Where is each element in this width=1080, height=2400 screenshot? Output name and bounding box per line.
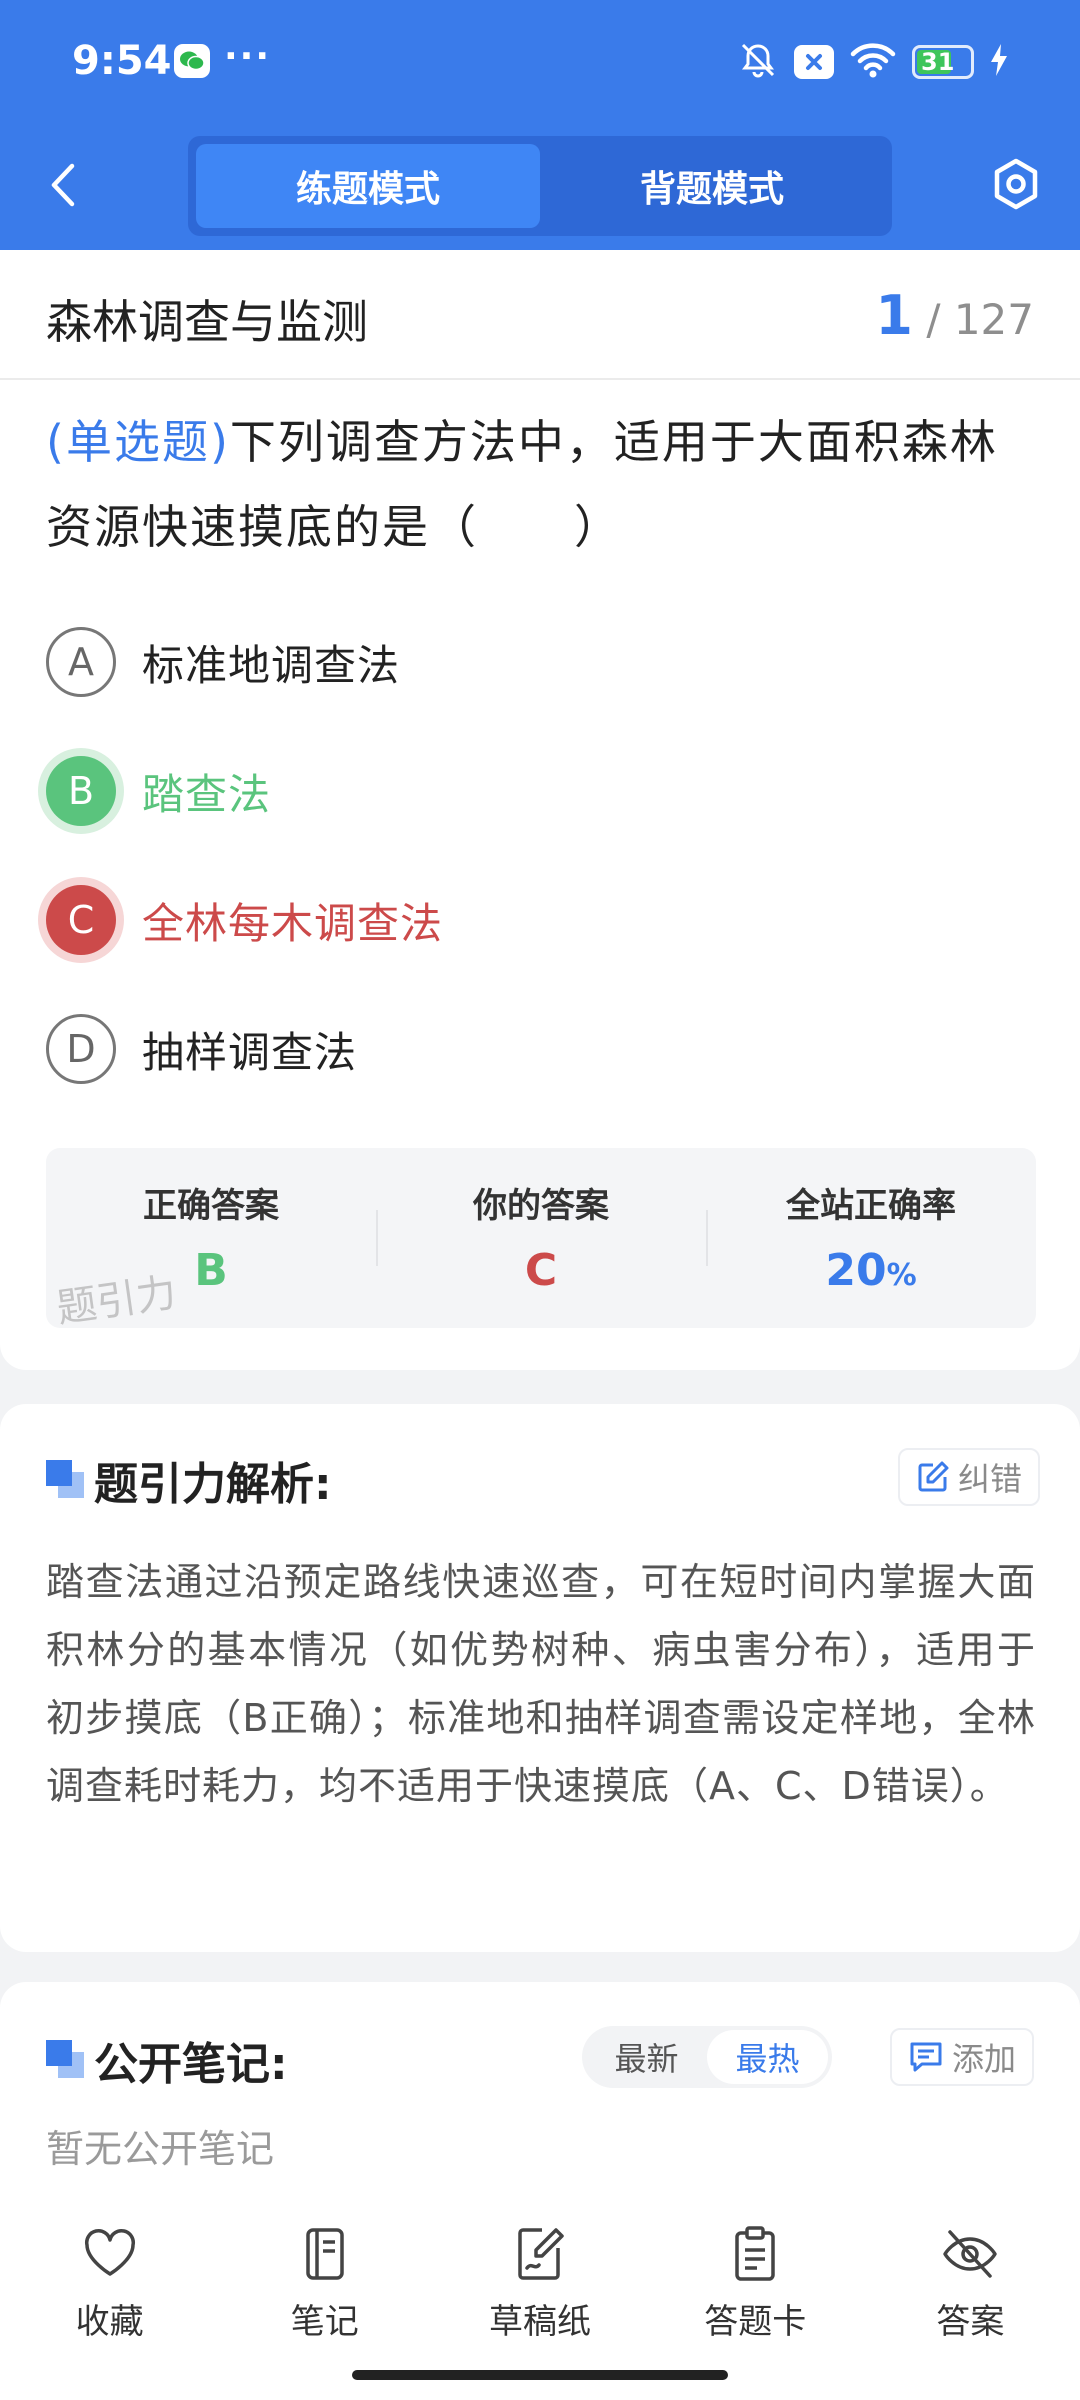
app-header: 9:54 ··· 31 练题模式 背题模式 bbox=[0, 0, 1080, 250]
option-a-letter: A bbox=[46, 627, 116, 697]
battery-icon: 31 bbox=[912, 45, 974, 79]
status-icons: 31 bbox=[738, 40, 1008, 84]
tab-recite-mode[interactable]: 背题模式 bbox=[540, 144, 884, 228]
sort-newest[interactable]: 最新 bbox=[586, 2030, 707, 2084]
option-a[interactable]: A 标准地调查法 bbox=[46, 627, 400, 697]
add-note-label: 添加 bbox=[952, 2040, 1017, 2078]
back-button[interactable] bbox=[44, 160, 84, 210]
answer-sheet-label: 答题卡 bbox=[704, 2302, 807, 2342]
chevron-left-icon bbox=[51, 163, 75, 207]
page-total: / 127 bbox=[926, 295, 1034, 344]
title-row: 森林调查与监测 1 / 127 bbox=[0, 250, 1080, 380]
mode-switch: 练题模式 背题模式 bbox=[188, 136, 892, 236]
your-answer-label: 你的答案 bbox=[473, 1186, 609, 1226]
option-b-letter: B bbox=[46, 756, 116, 826]
public-notes-card: 公开笔记: 最新 最热 添加 暂无公开笔记 bbox=[0, 1982, 1080, 2222]
wifi-icon bbox=[850, 42, 896, 82]
option-a-text: 标准地调查法 bbox=[142, 640, 401, 690]
analysis-text: 踏查法通过沿预定路线快速巡查，可在短时间内掌握大面积林分的基本情况（如优势树种、… bbox=[46, 1560, 1036, 1808]
hide-answer-label: 答案 bbox=[936, 2302, 1005, 2342]
mute-bell-icon bbox=[738, 40, 778, 84]
watermark-text: 题引力 bbox=[53, 1269, 180, 1333]
heart-icon bbox=[84, 2229, 135, 2276]
battery-level: 31 bbox=[921, 48, 955, 76]
your-answer-value: C bbox=[524, 1245, 558, 1296]
page-current: 1 bbox=[875, 284, 913, 347]
empty-notes-text: 暂无公开笔记 bbox=[46, 2127, 275, 2171]
accuracy-label: 全站正确率 bbox=[786, 1186, 956, 1226]
gear-icon bbox=[994, 158, 1038, 210]
eye-off-icon bbox=[943, 2230, 998, 2278]
answer-sheet-icon bbox=[735, 2226, 775, 2281]
option-c[interactable]: C 全林每木调查法 bbox=[46, 885, 443, 955]
your-answer-col: 你的答案 C bbox=[376, 1148, 706, 1328]
status-time: 9:54 bbox=[72, 38, 172, 84]
x-badge-icon bbox=[794, 45, 834, 79]
notes-title: 公开笔记: bbox=[94, 2039, 288, 2090]
favorite-label: 收藏 bbox=[75, 2302, 144, 2342]
draft-icon bbox=[518, 2228, 564, 2280]
wechat-icon bbox=[174, 44, 210, 78]
correct-answer-label: 正确答案 bbox=[143, 1186, 279, 1226]
edit-icon bbox=[918, 1461, 949, 1492]
page-indicator: 1 / 127 bbox=[875, 284, 1034, 347]
hide-answer-button[interactable]: 答案 bbox=[863, 2196, 1078, 2400]
notes-label: 笔记 bbox=[290, 2302, 359, 2342]
question-card: 森林调查与监测 1 / 127 (单选题)下列调查方法中，适用于大面积森林资源快… bbox=[0, 250, 1080, 1370]
section-squares-icon bbox=[46, 2040, 84, 2078]
correct-answer-value: B bbox=[194, 1245, 228, 1296]
accuracy-value: 20% bbox=[825, 1245, 916, 1296]
option-d-text: 抽样调查法 bbox=[142, 1027, 358, 1077]
option-d-letter: D bbox=[46, 1014, 116, 1084]
settings-button[interactable] bbox=[988, 156, 1044, 212]
accuracy-unit: % bbox=[886, 1258, 917, 1293]
answer-summary: 正确答案 B 题引力 你的答案 C 全站正确率 20% bbox=[46, 1148, 1036, 1332]
option-b[interactable]: B 踏查法 bbox=[46, 756, 271, 826]
home-indicator[interactable] bbox=[352, 2370, 728, 2380]
add-note-button[interactable]: 添加 bbox=[890, 2028, 1035, 2086]
accuracy-col: 全站正确率 20% bbox=[706, 1148, 1036, 1328]
notebook-icon bbox=[306, 2228, 344, 2280]
question-text: (单选题)下列调查方法中，适用于大面积森林资源快速摸底的是（ ） bbox=[46, 400, 1036, 570]
accuracy-number: 20 bbox=[825, 1245, 887, 1296]
status-bar: 9:54 ··· 31 bbox=[0, 0, 1080, 125]
tab-practice-mode[interactable]: 练题模式 bbox=[196, 144, 540, 228]
comment-icon bbox=[910, 2042, 942, 2072]
more-notifications-icon: ··· bbox=[224, 36, 272, 77]
report-error-label: 纠错 bbox=[958, 1460, 1023, 1498]
analysis-card: 题引力解析: 纠错 踏查法通过沿预定路线快速巡查，可在短时间内掌握大面积林分的基… bbox=[0, 1404, 1080, 1952]
option-b-text: 踏查法 bbox=[142, 769, 272, 819]
subject-title: 森林调查与监测 bbox=[46, 295, 368, 349]
notes-sort-toggle: 最新 最热 bbox=[582, 2026, 832, 2088]
analysis-title: 题引力解析: bbox=[94, 1459, 332, 1510]
option-c-letter: C bbox=[46, 885, 116, 955]
sort-hottest[interactable]: 最热 bbox=[707, 2030, 828, 2084]
report-error-button[interactable]: 纠错 bbox=[898, 1448, 1041, 1506]
question-type: (单选题) bbox=[46, 415, 230, 469]
charging-icon bbox=[990, 44, 1008, 80]
correct-answer-col: 正确答案 B 题引力 bbox=[46, 1148, 376, 1332]
option-c-text: 全林每木调查法 bbox=[142, 898, 444, 948]
favorite-button[interactable]: 收藏 bbox=[2, 2196, 217, 2400]
option-d[interactable]: D 抽样调查法 bbox=[46, 1014, 357, 1084]
section-squares-icon bbox=[46, 1460, 84, 1498]
draft-paper-label: 草稿纸 bbox=[489, 2302, 591, 2342]
